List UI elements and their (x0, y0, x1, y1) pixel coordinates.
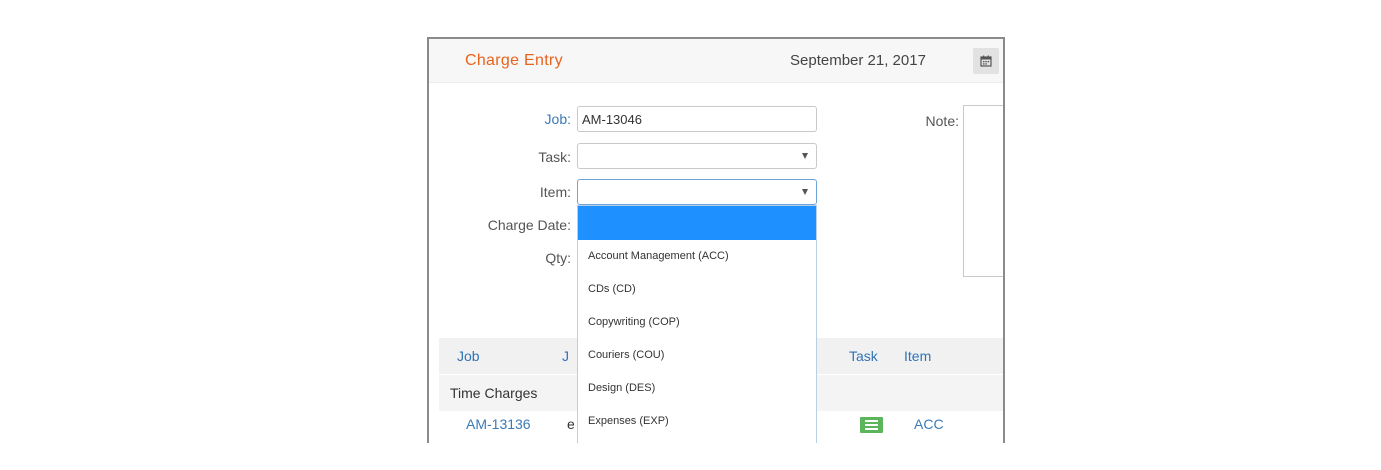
row-job-link[interactable]: AM-13136 (466, 416, 531, 432)
item-select[interactable] (577, 179, 817, 205)
item-label: Item: (539, 184, 571, 200)
job-label[interactable]: Job: (431, 111, 571, 127)
dropdown-option[interactable]: Design (DES) (578, 372, 816, 405)
column-header-2[interactable]: J (562, 348, 569, 364)
calendar-button[interactable] (973, 48, 999, 74)
charge-entry-panel: Charge Entry September 21, 2017 Job: Tas… (427, 37, 1005, 443)
qty-label: Qty: (545, 250, 571, 266)
group-label: Time Charges (450, 385, 538, 401)
item-dropdown-list: Account Management (ACC) CDs (CD) Copywr… (577, 205, 817, 443)
row-item: ACC (914, 416, 944, 432)
charge-date-label: Charge Date: (487, 217, 571, 233)
column-header-task[interactable]: Task (849, 348, 878, 364)
note-textarea[interactable] (963, 105, 1003, 277)
row-col2: e (567, 416, 575, 432)
column-header-job[interactable]: Job (457, 348, 480, 364)
note-label: Note: (925, 113, 959, 129)
job-input[interactable] (577, 106, 817, 132)
dropdown-option-selected-blank[interactable] (578, 206, 816, 240)
panel-header: Charge Entry September 21, 2017 (429, 39, 1003, 83)
chevron-down-icon (802, 153, 808, 159)
page-title: Charge Entry (465, 52, 563, 69)
dropdown-option[interactable]: Couriers (COU) (578, 339, 816, 372)
task-label: Task: (538, 149, 571, 165)
dropdown-option[interactable]: Account Management (ACC) (578, 240, 816, 273)
task-select[interactable] (577, 143, 817, 169)
calendar-icon (980, 55, 992, 67)
dropdown-option[interactable]: CDs (CD) (578, 273, 816, 306)
task-list-icon[interactable] (860, 417, 883, 433)
current-date: September 21, 2017 (790, 52, 926, 69)
dropdown-option[interactable]: Expenses (EXP) (578, 405, 816, 438)
column-header-item[interactable]: Item (904, 348, 931, 364)
dropdown-option[interactable]: Copywriting (COP) (578, 306, 816, 339)
chevron-down-icon (802, 189, 808, 195)
